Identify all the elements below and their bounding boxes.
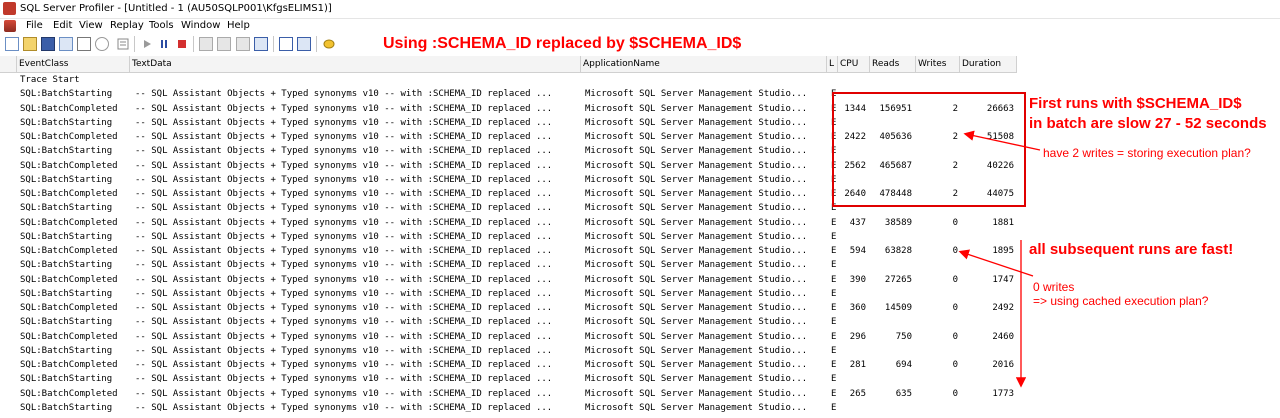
arrow-to-two-writes [963,130,1041,151]
annotation-arrows [958,130,1041,388]
arrow-to-zero-writes [958,249,1034,277]
